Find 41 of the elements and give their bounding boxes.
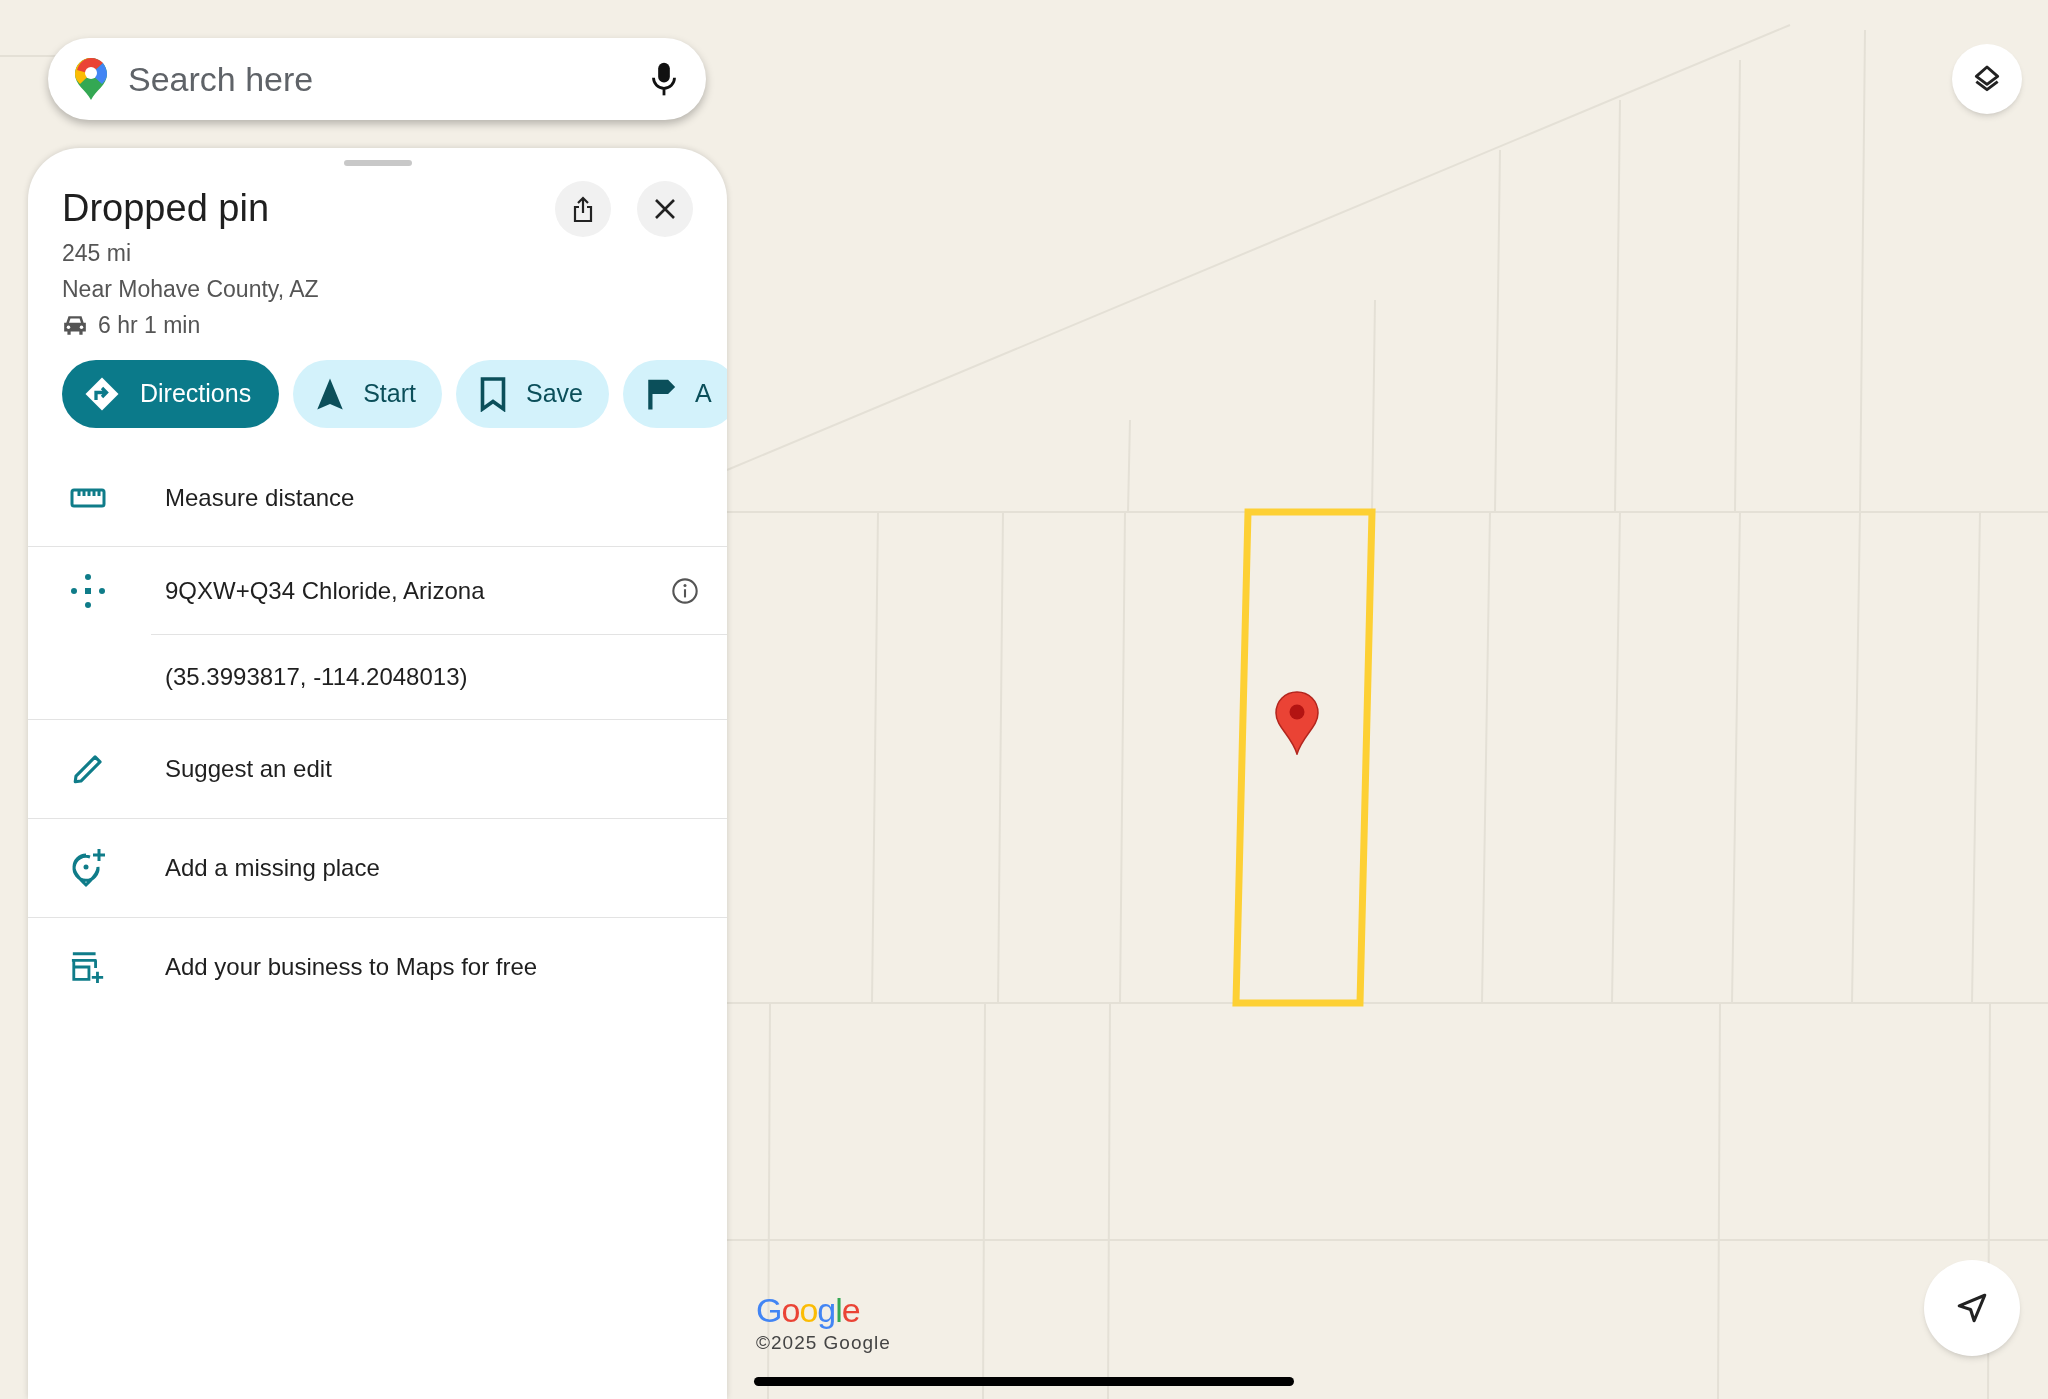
maps-pin-logo-icon [74,57,108,101]
detail-row[interactable]: Add a missing place [28,819,727,917]
detail-text: Add your business to Maps for free [165,952,539,982]
search-bar[interactable]: Search here [48,38,706,120]
detail-row[interactable]: Measure distance [28,450,727,546]
microphone-icon[interactable] [650,61,678,97]
directions-icon [84,376,120,412]
search-input[interactable]: Search here [128,53,650,105]
close-icon [654,198,676,220]
plus-code-icon [70,572,106,609]
layers-button[interactable] [1952,44,2022,114]
info-icon[interactable] [671,576,699,605]
start-button[interactable]: Start [293,360,442,428]
save-button[interactable]: Save [455,360,609,428]
pencil-icon [71,752,105,786]
detail-text: Measure distance [165,483,356,513]
copyright-text: ©2025 Google [756,1331,891,1355]
detail-text: Suggest an edit [165,754,333,784]
coordinates-text[interactable]: (35.3993817, -114.2048013) [165,659,468,695]
detail-text: 9QXW+Q34 Chloride, Arizona [165,575,486,606]
add-location-icon [70,848,106,888]
share-icon [571,195,595,223]
detail-row[interactable]: 9QXW+Q34 Chloride, Arizona [28,547,727,634]
map-pin-icon[interactable] [1275,691,1319,755]
place-title: Dropped pin [62,186,271,231]
share-button[interactable] [555,181,611,237]
flag-button[interactable]: A [622,360,727,428]
add-store-icon [70,950,106,984]
drag-handle[interactable] [343,160,412,166]
car-icon [62,314,88,336]
google-logo: Google [756,1290,861,1330]
close-button[interactable] [637,181,693,237]
detail-text: Add a missing place [165,853,381,883]
drive-time-text: 6 hr 1 min [98,311,201,340]
directions-button[interactable]: Directions [62,360,280,428]
locality-text: Near Mohave County, AZ [62,275,320,304]
distance-text: 245 mi [62,239,133,268]
ruler-icon [70,487,106,509]
detail-row[interactable]: Add your business to Maps for free [28,918,727,1016]
navigation-arrow-icon [1955,1291,1989,1325]
detail-row[interactable]: Suggest an edit [28,720,727,818]
